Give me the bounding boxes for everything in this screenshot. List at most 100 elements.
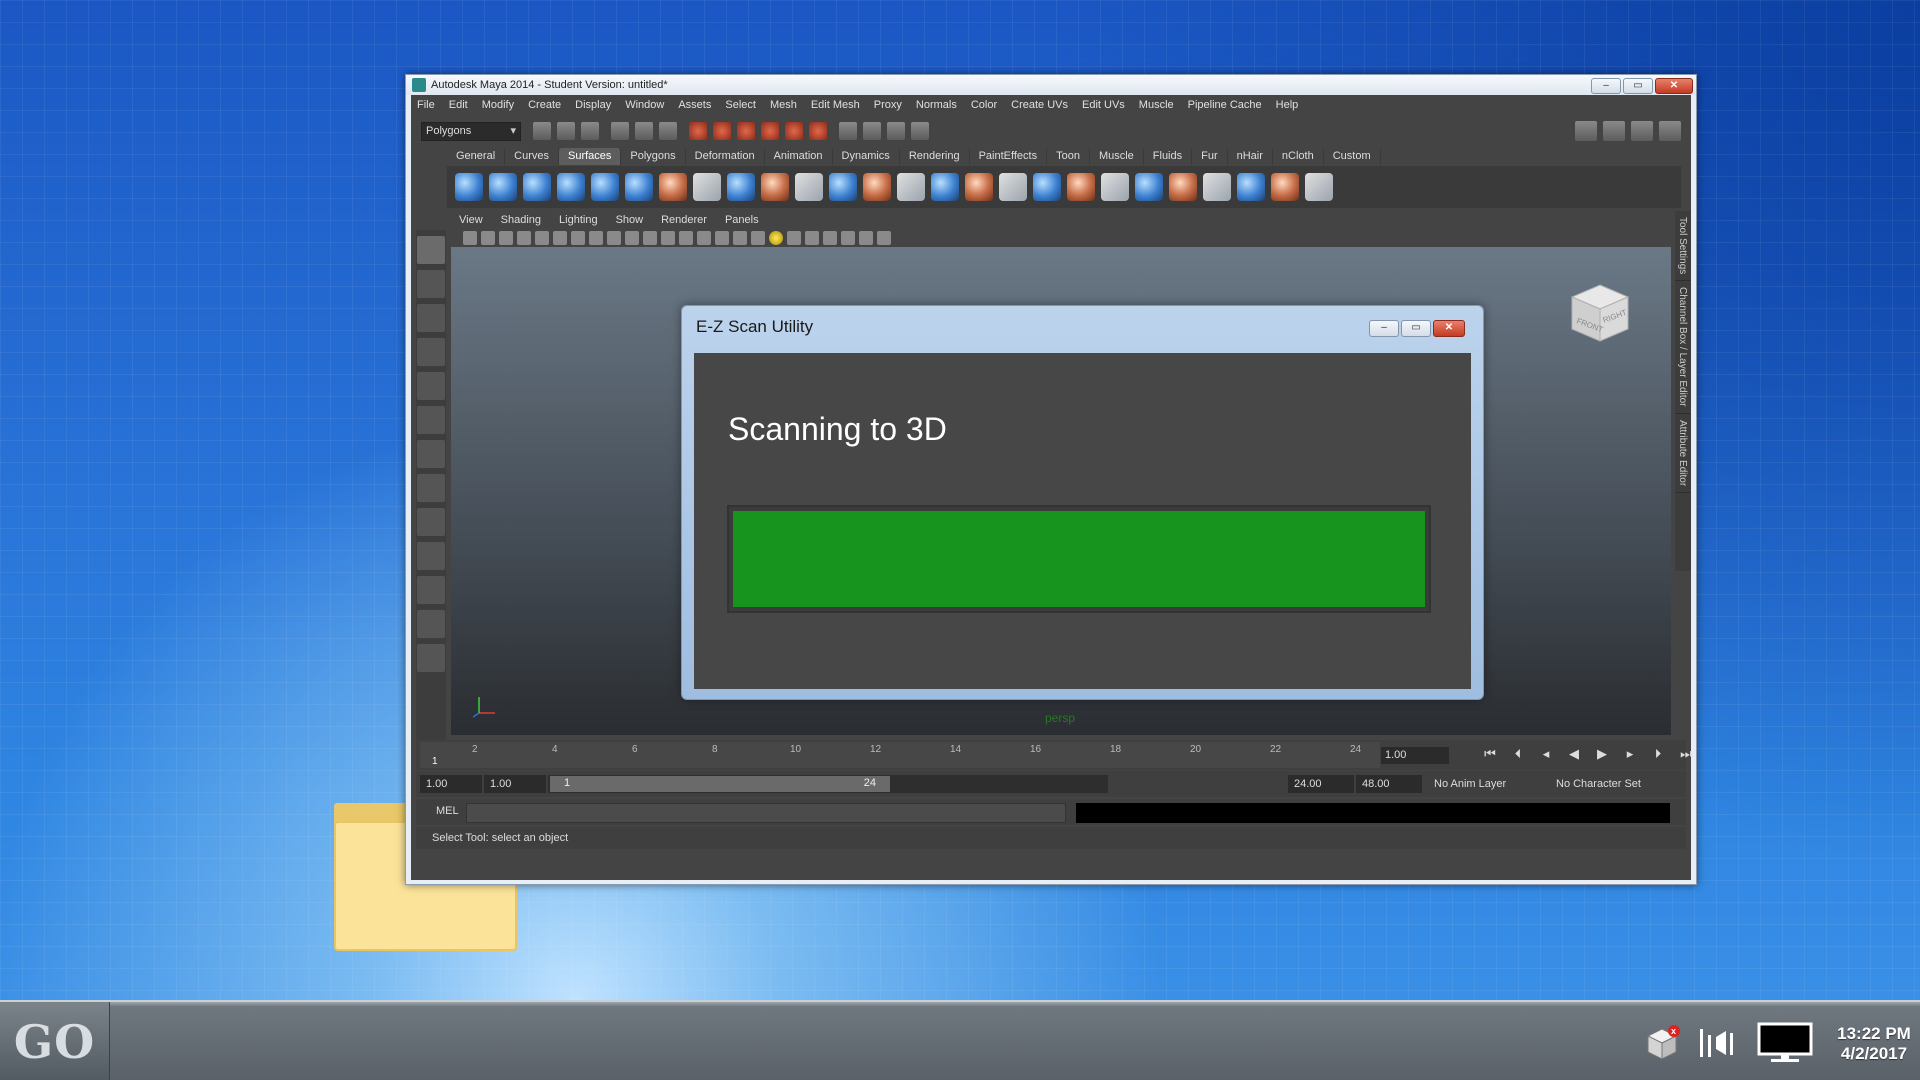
magnet-icon[interactable] bbox=[809, 122, 827, 140]
start-button[interactable]: GO bbox=[0, 1002, 110, 1080]
menu-assets[interactable]: Assets bbox=[678, 99, 711, 111]
gate-mask-icon[interactable] bbox=[625, 231, 639, 245]
shelf-tab-rendering[interactable]: Rendering bbox=[900, 148, 970, 165]
playback-start-field[interactable]: 1.00 bbox=[484, 775, 546, 793]
move-tool-icon[interactable] bbox=[417, 338, 445, 366]
range-thumb[interactable]: 1 24 bbox=[550, 776, 890, 792]
shelf-tab-polygons[interactable]: Polygons bbox=[621, 148, 686, 165]
step-forward-frame-icon[interactable]: ▸ bbox=[1620, 746, 1640, 762]
render-frame-icon[interactable] bbox=[863, 122, 881, 140]
render-view-icon[interactable] bbox=[839, 122, 857, 140]
single-perspective-layout-icon[interactable] bbox=[417, 474, 445, 502]
current-time-field[interactable]: 1.00 bbox=[1381, 747, 1449, 764]
go-to-end-icon[interactable]: ⏭ bbox=[1676, 746, 1696, 762]
start-time-field[interactable]: 1.00 bbox=[420, 775, 482, 793]
xray-joints-icon[interactable] bbox=[823, 231, 837, 245]
wireframe-icon[interactable] bbox=[697, 231, 711, 245]
maximize-button[interactable]: ▭ bbox=[1623, 78, 1653, 94]
shelf-tab-fur[interactable]: Fur bbox=[1192, 148, 1228, 165]
last-tool-icon[interactable] bbox=[417, 440, 445, 468]
save-scene-icon[interactable] bbox=[581, 122, 599, 140]
attribute-editor-toggle-icon[interactable] bbox=[1603, 121, 1625, 141]
project-curve-icon[interactable] bbox=[965, 173, 993, 201]
nurbs-cone-icon[interactable] bbox=[557, 173, 585, 201]
node-editor-icon[interactable] bbox=[877, 231, 891, 245]
side-tab-attribute-editor[interactable]: Attribute Editor bbox=[1675, 414, 1690, 493]
detach-surfaces-icon[interactable] bbox=[1101, 173, 1129, 201]
shelf-tab-dynamics[interactable]: Dynamics bbox=[833, 148, 900, 165]
menu-modify[interactable]: Modify bbox=[482, 99, 514, 111]
xray-icon[interactable] bbox=[805, 231, 819, 245]
safe-title-icon[interactable] bbox=[679, 231, 693, 245]
planar-icon[interactable] bbox=[727, 173, 755, 201]
select-object-icon[interactable] bbox=[635, 122, 653, 140]
mel-label[interactable]: MEL bbox=[436, 805, 459, 817]
surface-editing-icon[interactable] bbox=[1305, 173, 1333, 201]
panel-menu-renderer[interactable]: Renderer bbox=[661, 214, 707, 226]
side-tab-tool-settings[interactable]: Tool Settings bbox=[1675, 211, 1690, 282]
graph-editor-layout-icon[interactable] bbox=[417, 576, 445, 604]
end-time-field[interactable]: 48.00 bbox=[1356, 775, 1422, 793]
select-tool-icon[interactable] bbox=[417, 236, 445, 264]
range-bar[interactable]: 1 24 bbox=[548, 775, 1108, 793]
menu-muscle[interactable]: Muscle bbox=[1139, 99, 1174, 111]
isolate-select-icon[interactable] bbox=[841, 231, 855, 245]
smooth-shade-icon[interactable] bbox=[715, 231, 729, 245]
menu-color[interactable]: Color bbox=[971, 99, 997, 111]
field-chart-icon[interactable] bbox=[643, 231, 657, 245]
nurbs-plane-icon[interactable] bbox=[591, 173, 619, 201]
four-view-layout-icon[interactable] bbox=[417, 508, 445, 536]
menu-create[interactable]: Create bbox=[528, 99, 561, 111]
menu-create-uvs[interactable]: Create UVs bbox=[1011, 99, 1068, 111]
menu-pipeline-cache[interactable]: Pipeline Cache bbox=[1188, 99, 1262, 111]
birail-icon[interactable] bbox=[795, 173, 823, 201]
shadows-icon[interactable] bbox=[787, 231, 801, 245]
square-icon[interactable] bbox=[863, 173, 891, 201]
select-camera-icon[interactable] bbox=[463, 231, 477, 245]
film-gate-icon[interactable] bbox=[589, 231, 603, 245]
view-cube-icon[interactable]: FRONT RIGHT bbox=[1568, 281, 1632, 345]
shelf-tab-ncloth[interactable]: nCloth bbox=[1273, 148, 1324, 165]
menu-file[interactable]: File bbox=[417, 99, 435, 111]
trim-tool-icon[interactable] bbox=[999, 173, 1027, 201]
go-to-start-icon[interactable]: ⏮ bbox=[1480, 746, 1500, 762]
untrim-icon[interactable] bbox=[1033, 173, 1061, 201]
shelf-tab-curves[interactable]: Curves bbox=[505, 148, 559, 165]
tool-settings-toggle-icon[interactable] bbox=[1631, 121, 1653, 141]
anim-layer-select[interactable]: No Anim Layer bbox=[1428, 775, 1532, 793]
nurbs-cylinder-icon[interactable] bbox=[523, 173, 551, 201]
sculpt-geometry-icon[interactable] bbox=[1271, 173, 1299, 201]
offset-surfaces-icon[interactable] bbox=[1203, 173, 1231, 201]
open-scene-icon[interactable] bbox=[557, 122, 575, 140]
scale-tool-icon[interactable] bbox=[417, 406, 445, 434]
camera-attributes-icon[interactable] bbox=[481, 231, 495, 245]
resolution-gate-icon[interactable] bbox=[607, 231, 621, 245]
menu-edit-uvs[interactable]: Edit UVs bbox=[1082, 99, 1125, 111]
side-tab-channel-box[interactable]: Channel Box / Layer Editor bbox=[1675, 281, 1690, 414]
make-live-icon[interactable] bbox=[785, 122, 803, 140]
shelf-tab-custom[interactable]: Custom bbox=[1324, 148, 1381, 165]
select-hierarchy-icon[interactable] bbox=[611, 122, 629, 140]
modeling-toolkit-icon[interactable] bbox=[1575, 121, 1597, 141]
shelf-tab-general[interactable]: General bbox=[447, 148, 506, 165]
minimize-button[interactable]: – bbox=[1591, 78, 1621, 94]
step-back-key-icon[interactable]: ⏴ bbox=[1508, 746, 1528, 762]
shelf-tab-muscle[interactable]: Muscle bbox=[1090, 148, 1144, 165]
menu-display[interactable]: Display bbox=[575, 99, 611, 111]
snap-point-icon[interactable] bbox=[737, 122, 755, 140]
select-component-icon[interactable] bbox=[659, 122, 677, 140]
nurbs-sphere-icon[interactable] bbox=[455, 173, 483, 201]
rebuild-surfaces-icon[interactable] bbox=[1237, 173, 1265, 201]
menu-edit-mesh[interactable]: Edit Mesh bbox=[811, 99, 860, 111]
mode-select[interactable]: Polygons bbox=[421, 121, 521, 141]
safe-action-icon[interactable] bbox=[661, 231, 675, 245]
menu-select[interactable]: Select bbox=[725, 99, 756, 111]
step-back-frame-icon[interactable]: ◂ bbox=[1536, 746, 1556, 762]
default-quality-icon[interactable] bbox=[733, 231, 747, 245]
render-settings-icon[interactable] bbox=[911, 122, 929, 140]
shelf-tab-toon[interactable]: Toon bbox=[1047, 148, 1090, 165]
panel-menu-show[interactable]: Show bbox=[616, 214, 644, 226]
package-notification-icon[interactable]: x bbox=[1640, 1022, 1684, 1064]
shelf-tab-deformation[interactable]: Deformation bbox=[686, 148, 765, 165]
step-forward-key-icon[interactable]: ⏵ bbox=[1648, 746, 1668, 762]
